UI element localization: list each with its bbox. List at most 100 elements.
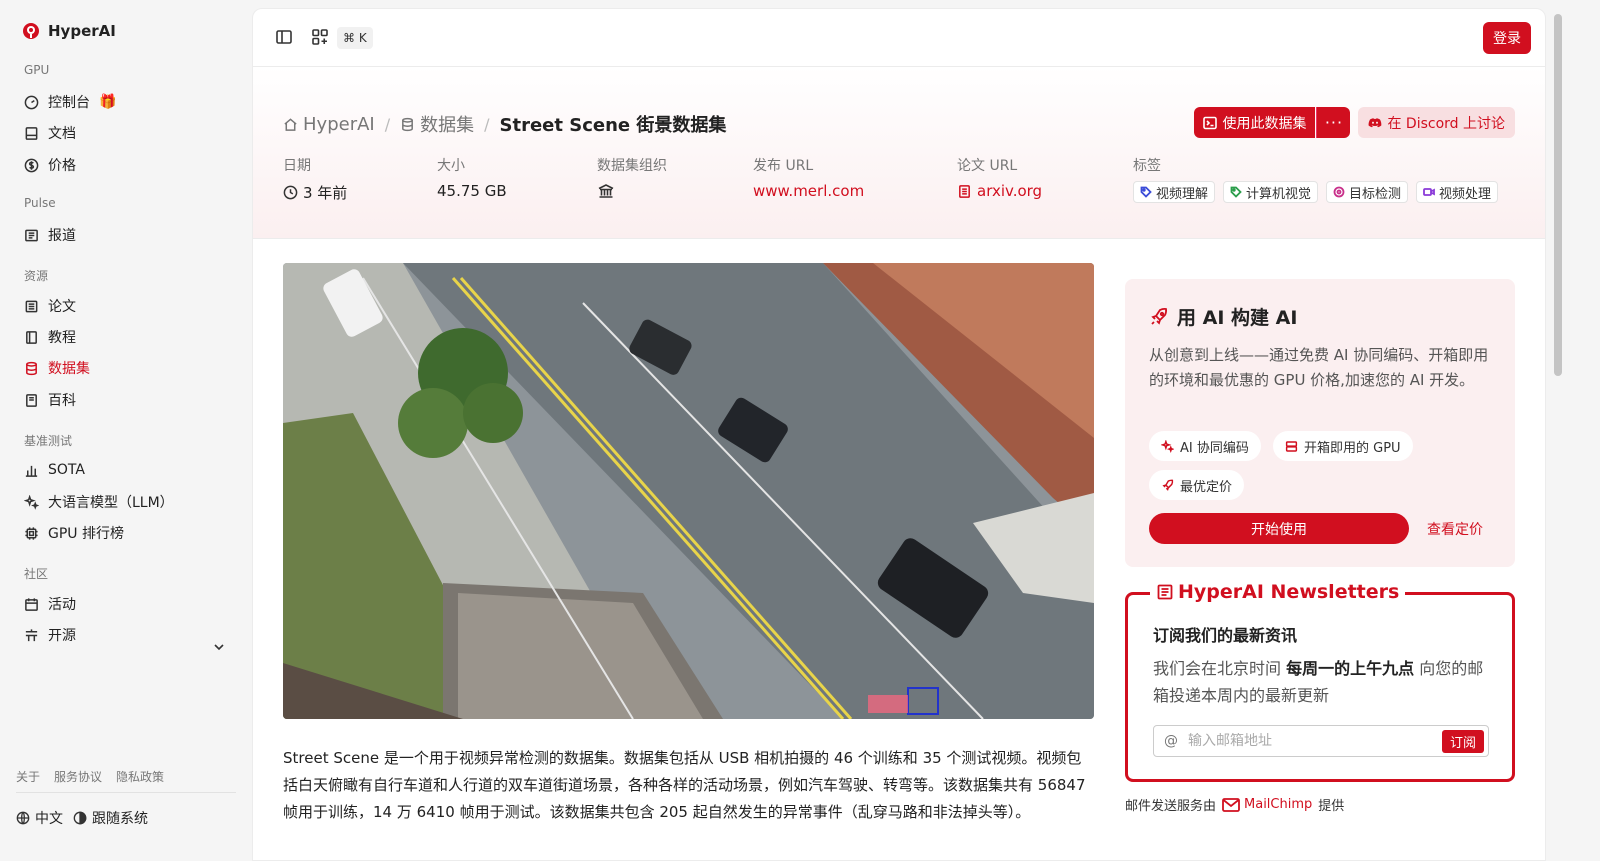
- sidebar-toggle-icon[interactable]: [275, 28, 293, 46]
- language-switcher[interactable]: 中文: [16, 808, 63, 828]
- search-shortcut[interactable]: ⌘ K: [337, 27, 373, 49]
- server-icon: [1285, 440, 1298, 452]
- globe-icon: [16, 811, 30, 825]
- gauge-icon: [24, 95, 39, 109]
- discord-button[interactable]: 在 Discord 上讨论: [1358, 107, 1515, 138]
- sidebar-item-llm[interactable]: 大语言模型（LLM）: [24, 490, 174, 514]
- sidebar-item-opensource[interactable]: 开源: [24, 623, 76, 647]
- sidebar-item-sota[interactable]: SOTA: [24, 458, 85, 482]
- sidebar: HyperAI GPU 控制台 🎁 文档 价格 Pulse 报道 资源 论文 教…: [0, 0, 252, 861]
- breadcrumb-datasets[interactable]: 数据集: [400, 111, 474, 137]
- meta-org-value: [597, 182, 667, 200]
- theme-switcher[interactable]: 跟随系统: [73, 808, 148, 828]
- meta-tags: 标签 视频理解 计算机视觉 目标检测 视频处理: [1133, 155, 1499, 203]
- bar-chart-icon: [25, 465, 38, 477]
- mail-note-post: 提供: [1318, 799, 1345, 814]
- tag-label: 计算机视觉: [1246, 186, 1312, 202]
- apps-grid-icon[interactable]: [311, 28, 329, 46]
- get-started-button[interactable]: 开始使用: [1149, 513, 1409, 544]
- sidebar-item-docs[interactable]: 文档: [24, 121, 76, 145]
- dataset-header: HyperAI / 数据集 / Street Scene 街景数据集 使用此数据…: [253, 67, 1545, 239]
- view-pricing-link[interactable]: 查看定价: [1427, 519, 1483, 539]
- sidebar-item-news[interactable]: 报道: [24, 223, 76, 247]
- theme-contrast-icon: [73, 811, 87, 825]
- more-options-button[interactable]: ···: [1316, 107, 1351, 138]
- chip-ready-gpu[interactable]: 开箱即用的 GPU: [1273, 431, 1413, 461]
- sidebar-item-pricing[interactable]: 价格: [24, 153, 76, 177]
- tag-video-processing[interactable]: 视频处理: [1416, 181, 1499, 203]
- meta-date: 日期 3 年前: [283, 155, 347, 203]
- document-icon: [959, 184, 970, 198]
- footer-privacy-link[interactable]: 隐私政策: [116, 768, 164, 785]
- section-resources: 资源: [24, 269, 49, 283]
- meta-date-value: 3 年前: [283, 182, 347, 203]
- chevron-down-icon[interactable]: [212, 640, 226, 654]
- use-dataset-button[interactable]: 使用此数据集: [1194, 107, 1316, 138]
- mailchimp-link[interactable]: MailChimp: [1222, 797, 1312, 812]
- tag-list: 视频理解 计算机视觉 目标检测 视频处理: [1133, 181, 1499, 203]
- meta-release-value: www.merl.com: [753, 182, 864, 200]
- sidebar-item-datasets[interactable]: 数据集: [24, 356, 90, 380]
- meta-release-label: 发布 URL: [753, 158, 814, 174]
- footer-about-link[interactable]: 关于: [16, 768, 40, 785]
- main-panel: ⌘ K 登录 HyperAI / 数据集 / Street Scene 街景数据…: [252, 8, 1546, 861]
- open-source-icon: [25, 628, 38, 641]
- subscribe-button[interactable]: 订阅: [1441, 730, 1484, 753]
- theme-label: 跟随系统: [92, 811, 148, 827]
- sidebar-item-wiki[interactable]: 百科: [24, 388, 76, 412]
- mail-service-note: 邮件发送服务由 MailChimp 提供: [1125, 795, 1344, 814]
- brand[interactable]: HyperAI: [22, 22, 116, 40]
- release-url-link[interactable]: www.merl.com: [753, 182, 864, 200]
- tag-video-understanding[interactable]: 视频理解: [1133, 181, 1216, 203]
- chip-best-price[interactable]: 最优定价: [1149, 470, 1245, 500]
- sidebar-item-papers[interactable]: 论文: [24, 294, 76, 318]
- sidebar-item-label: 报道: [48, 228, 76, 244]
- ai-promo-card: 用 AI 构建 AI 从创意到上线——通过免费 AI 协同编码、开箱即用的环境和…: [1125, 279, 1515, 567]
- sidebar-item-label: 教程: [48, 330, 76, 346]
- database-icon: [26, 361, 37, 375]
- meta-size-label: 大小: [437, 158, 465, 174]
- at-icon: @: [1164, 733, 1178, 749]
- sparkles-icon: [24, 494, 39, 510]
- chip-icon: [25, 526, 38, 540]
- sidebar-item-console[interactable]: 控制台 🎁: [24, 90, 116, 114]
- mail-note-pre: 邮件发送服务由: [1125, 799, 1217, 814]
- breadcrumb-separator: /: [384, 114, 391, 134]
- section-gpu: GPU: [24, 63, 50, 77]
- tutorial-book-icon: [26, 330, 37, 344]
- sidebar-item-events[interactable]: 活动: [24, 592, 76, 616]
- section-community: 社区: [24, 567, 49, 581]
- sidebar-item-tutorials[interactable]: 教程: [24, 325, 76, 349]
- chip-ai-coding[interactable]: AI 协同编码: [1149, 431, 1261, 461]
- footer-terms-link[interactable]: 服务协议: [54, 768, 102, 785]
- sidebar-item-gpu-rank[interactable]: GPU 排行榜: [24, 521, 124, 545]
- newspaper-icon: [1157, 584, 1173, 600]
- sparkles-icon: [1161, 439, 1174, 453]
- meta-paper-value: arxiv.org: [957, 182, 1042, 200]
- dataset-description: Street Scene 是一个用于视频异常检测的数据集。数据集包括从 USB …: [283, 749, 1086, 821]
- breadcrumb-separator: /: [484, 114, 490, 134]
- email-input[interactable]: [1188, 733, 1428, 749]
- tag-object-detection[interactable]: 目标检测: [1326, 181, 1409, 203]
- book-icon: [25, 126, 38, 140]
- breadcrumb-home-label: HyperAI: [303, 113, 375, 135]
- tag-computer-vision[interactable]: 计算机视觉: [1223, 181, 1319, 203]
- paper-url-link[interactable]: arxiv.org: [977, 182, 1042, 200]
- section-benchmark: 基准测试: [24, 434, 73, 448]
- breadcrumb-home[interactable]: HyperAI: [283, 114, 375, 135]
- sidebar-item-label: 开源: [48, 628, 76, 644]
- mail-icon: [1222, 797, 1240, 812]
- login-button[interactable]: 登录: [1483, 22, 1531, 54]
- page-scrollbar[interactable]: [1554, 14, 1562, 376]
- sidebar-item-label: SOTA: [48, 462, 85, 478]
- sidebar-item-label: 文档: [48, 126, 76, 142]
- meta-paper-label: 论文 URL: [957, 158, 1018, 174]
- encyclopedia-icon: [26, 393, 37, 407]
- footer-bottom: 中文 跟随系统: [16, 808, 148, 828]
- sidebar-item-label: 价格: [48, 158, 76, 174]
- paper-icon: [25, 300, 38, 312]
- date-text: 3 年前: [303, 184, 348, 202]
- database-icon: [402, 117, 414, 131]
- meta-date-label: 日期: [283, 158, 311, 174]
- target-icon: [1333, 186, 1345, 198]
